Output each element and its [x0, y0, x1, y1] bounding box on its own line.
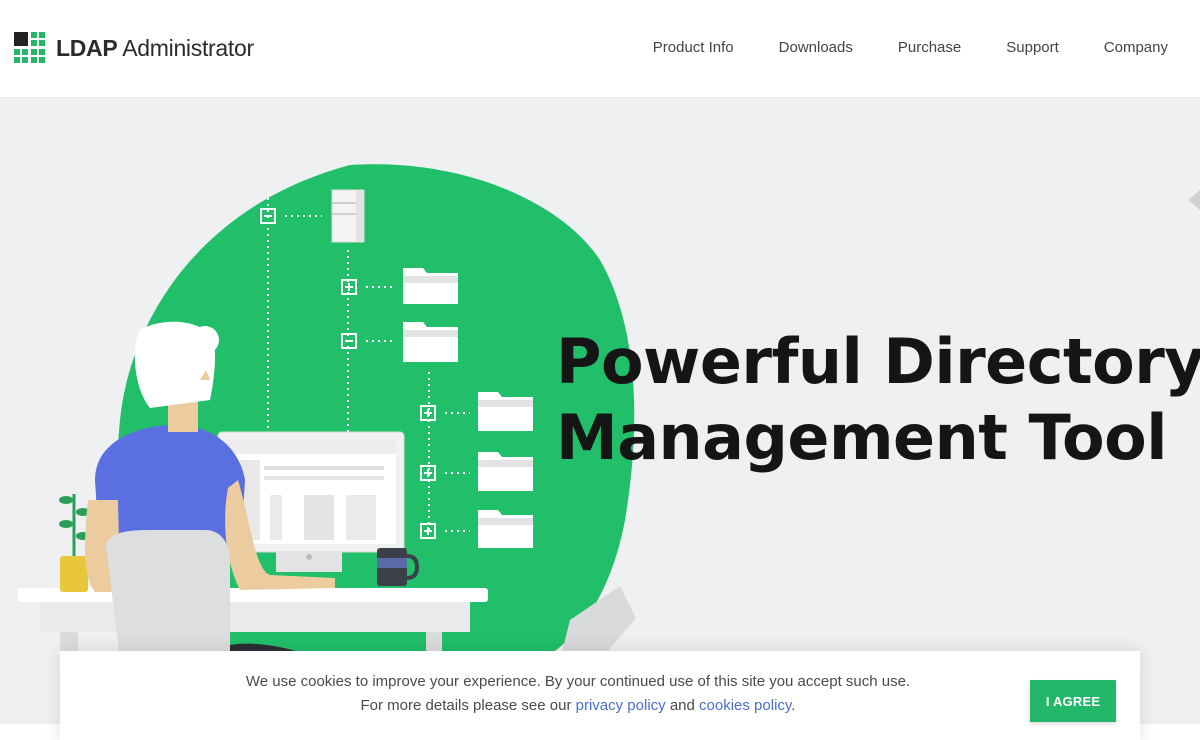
cookie-line-1: We use cookies to improve your experienc… [245, 673, 911, 690]
agree-button[interactable]: I AGREE [1030, 680, 1116, 722]
nav-item-downloads[interactable]: Downloads [779, 39, 853, 56]
main-nav: Product Info Downloads Purchase Support … [653, 39, 1168, 56]
site-header: LDAP Administrator Product Info Download… [0, 0, 1200, 98]
brand-logo[interactable]: LDAP Administrator [14, 32, 254, 64]
folder-icon [403, 268, 458, 304]
brand-name: LDAP Administrator [56, 34, 254, 61]
desk [18, 588, 488, 602]
folder-icon [478, 510, 533, 548]
nav-item-company[interactable]: Company [1104, 39, 1168, 56]
cookie-message: We use cookies to improve your experienc… [60, 670, 1096, 718]
cookies-policy-link[interactable]: cookies policy [699, 697, 791, 714]
privacy-policy-link[interactable]: privacy policy [576, 697, 666, 714]
nav-item-support[interactable]: Support [1006, 39, 1059, 56]
nav-item-product-info[interactable]: Product Info [653, 39, 734, 56]
headline-line-2: Management Tool [556, 401, 1167, 474]
folder-icon [403, 322, 458, 362]
folder-icon [478, 392, 533, 431]
hero-headline: Powerful Directory Management Tool [556, 324, 1200, 476]
logo-grid-icon [14, 32, 46, 64]
nav-item-purchase[interactable]: Purchase [898, 39, 961, 56]
server-icon [331, 189, 365, 243]
cookie-line-2: For more details please see our privacy … [360, 697, 796, 714]
headline-line-1: Powerful Directory [556, 325, 1200, 398]
cookie-banner: We use cookies to improve your experienc… [60, 651, 1140, 740]
hero-section: Powerful Directory Management Tool [0, 98, 1200, 724]
folder-icon [478, 452, 533, 491]
